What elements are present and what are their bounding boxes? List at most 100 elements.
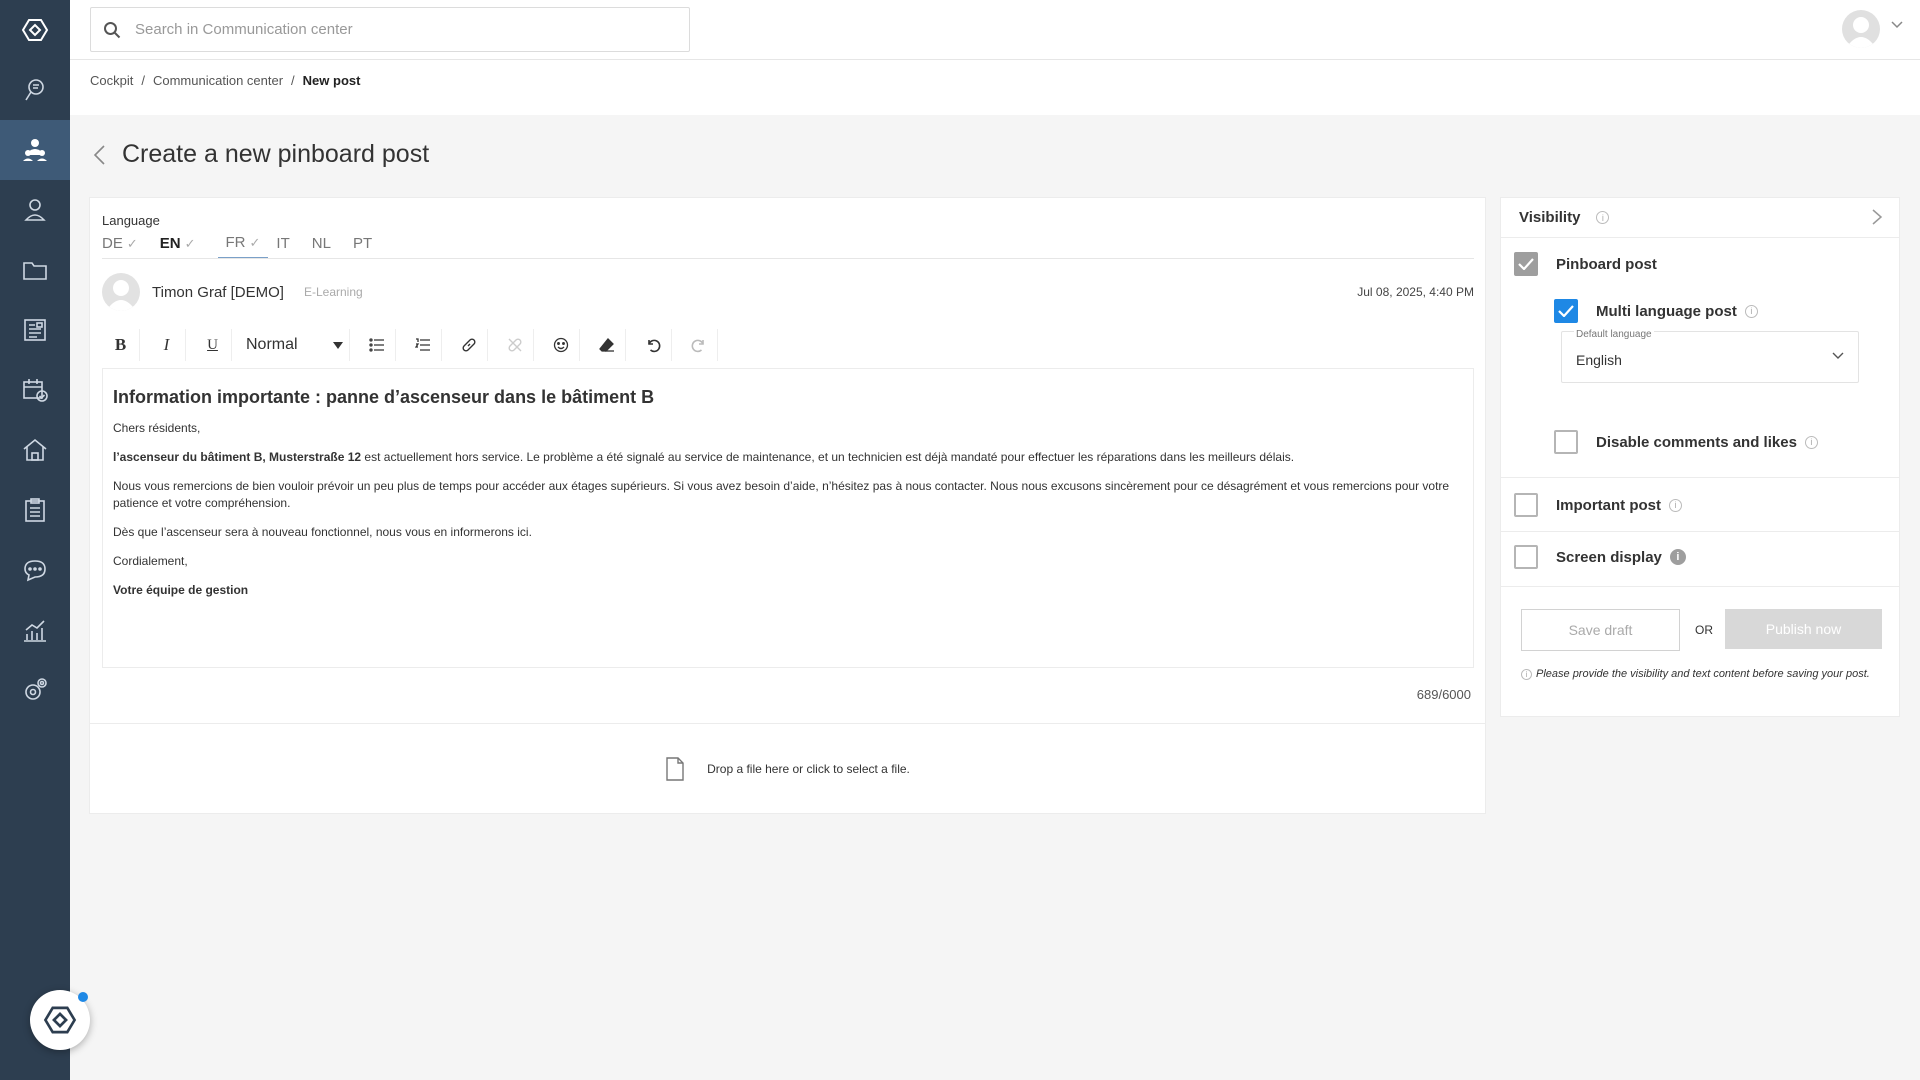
tab-language-label: NL [311,235,331,252]
chart-icon[interactable] [0,600,70,660]
breadcrumb-item-communication-center[interactable]: Communication center [153,73,283,88]
settings-icon[interactable] [0,660,70,720]
numbered-list-button[interactable] [404,329,442,361]
file-dropzone[interactable]: Drop a file here or click to select a fi… [90,723,1485,813]
author-group: E-Learning [303,285,363,299]
check-icon: ✓ [126,235,138,251]
search-input[interactable] [135,21,655,38]
important-post-checkbox[interactable] [1514,493,1538,517]
search-icon [104,21,121,38]
redo-icon [691,339,704,353]
tab-language-fr[interactable]: FR ✓ [217,234,269,259]
important-post-label: Important post [1556,496,1661,514]
screen-display-label: Screen display [1556,548,1662,566]
author-row: Timon Graf [DEMO] E-Learning Jul 08, 202… [102,272,1474,312]
caret-down-icon [333,341,343,349]
save-hint-text: Please provide the visibility and text c… [1536,668,1870,680]
info-icon[interactable]: i [1669,498,1682,512]
breadcrumb-item-cockpit[interactable]: Cockpit [90,73,133,88]
breadcrumb-current: New post [302,73,361,88]
user-avatar[interactable] [1842,10,1880,48]
chevron-right-icon[interactable] [1871,208,1883,226]
search-box[interactable] [90,7,690,52]
link-button[interactable] [450,329,488,361]
dropzone-text: Drop a file here or click to select a fi… [707,761,910,776]
bullet-list-button[interactable] [358,329,396,361]
home-icon[interactable] [0,420,70,480]
post-paragraph-3: Dès que l’ascenseur sera à nouveau fonct… [113,525,532,539]
tab-language-label: IT [276,235,290,252]
multi-language-label: Multi language post [1596,302,1737,320]
underline-button[interactable]: U [194,329,232,361]
post-body-editor[interactable]: Information importante : panne d’ascense… [102,368,1474,668]
tab-language-nl[interactable]: NL [312,234,345,259]
calendar-check-icon[interactable] [0,360,70,420]
post-editor-card: Language DE ✓ EN ✓ FR ✓ IT NL PT Timon G… [89,197,1486,814]
pinboard-post-checkbox[interactable] [1514,252,1538,276]
publish-now-button[interactable]: Publish now [1725,609,1882,649]
chevron-down-icon[interactable] [1890,20,1904,30]
or-separator: OR [1695,623,1713,637]
notification-dot [78,992,88,1002]
multi-language-checkbox[interactable] [1554,299,1578,323]
info-icon[interactable]: i [1596,211,1610,224]
breadcrumb-separator: / [291,73,295,88]
character-counter: 689/6000 [1416,687,1471,702]
language-tabs: DE ✓ EN ✓ FR ✓ IT NL PT [102,234,394,259]
info-icon[interactable]: i [1804,435,1818,449]
eraser-icon [598,338,614,352]
post-closing: Cordialement, [113,554,188,568]
italic-button[interactable]: I [148,329,186,361]
disable-comments-checkbox[interactable] [1554,430,1578,454]
back-arrow-icon[interactable] [92,144,106,166]
emoji-button[interactable] [542,329,580,361]
folder-icon[interactable] [0,240,70,300]
tab-language-label: PT [352,235,373,252]
divider [1501,586,1899,587]
clear-format-button[interactable] [588,329,626,361]
logo-icon[interactable] [0,0,70,60]
tab-language-de[interactable]: DE ✓ [102,234,152,259]
pinboard-post-label: Pinboard post [1556,255,1657,273]
tab-language-en[interactable]: EN ✓ [160,234,210,259]
multi-language-option: Multi language post i [1554,299,1758,323]
post-heading: Information importante : panne d’ascense… [113,387,655,407]
clipboard-icon[interactable] [0,480,70,540]
language-label: Language [102,213,160,228]
assistant-chat-button[interactable] [30,990,90,1050]
breadcrumb: Cockpit / Communication center / New pos… [90,73,360,88]
format-select[interactable]: Normal [240,329,350,361]
undo-button[interactable] [634,329,672,361]
tab-language-it[interactable]: IT [276,234,303,259]
info-icon[interactable]: i [1669,549,1686,565]
post-date: Jul 08, 2025, 4:40 PM [1357,285,1474,299]
info-icon: i [1521,669,1532,680]
avatar-icon [1846,17,1876,48]
author-avatar [102,273,140,311]
unlink-button[interactable] [496,329,534,361]
check-icon: ✓ [249,234,261,250]
communication-icon[interactable] [0,120,70,180]
tab-language-label: EN [159,235,181,252]
person-icon[interactable] [0,180,70,240]
bullet-list-icon [368,338,384,352]
page-title: Create a new pinboard post [122,140,430,168]
redo-button[interactable] [680,329,718,361]
chat-icon[interactable] [0,540,70,600]
tab-language-pt[interactable]: PT [353,234,386,259]
visibility-panel: Visibility i Pinboard post Multi languag… [1500,197,1900,717]
post-greeting: Chers résidents, [113,421,201,435]
checkmark-icon [1558,305,1574,317]
post-signature-text: Votre équipe de gestion [113,583,249,597]
save-draft-button[interactable]: Save draft [1521,609,1680,651]
news-icon[interactable] [0,300,70,360]
default-language-select[interactable]: Default language English [1561,329,1859,383]
checkmark-icon [1518,258,1534,270]
info-icon[interactable]: i [1744,304,1758,318]
disable-comments-option: Disable comments and likes i [1554,430,1818,454]
bold-button[interactable]: B [102,329,140,361]
screen-display-checkbox[interactable] [1514,545,1538,569]
post-paragraph-1-text: est actuellement hors service. Le problè… [361,450,1295,464]
megaphone-icon[interactable] [0,60,70,120]
visibility-header[interactable]: Visibility i [1501,198,1899,238]
